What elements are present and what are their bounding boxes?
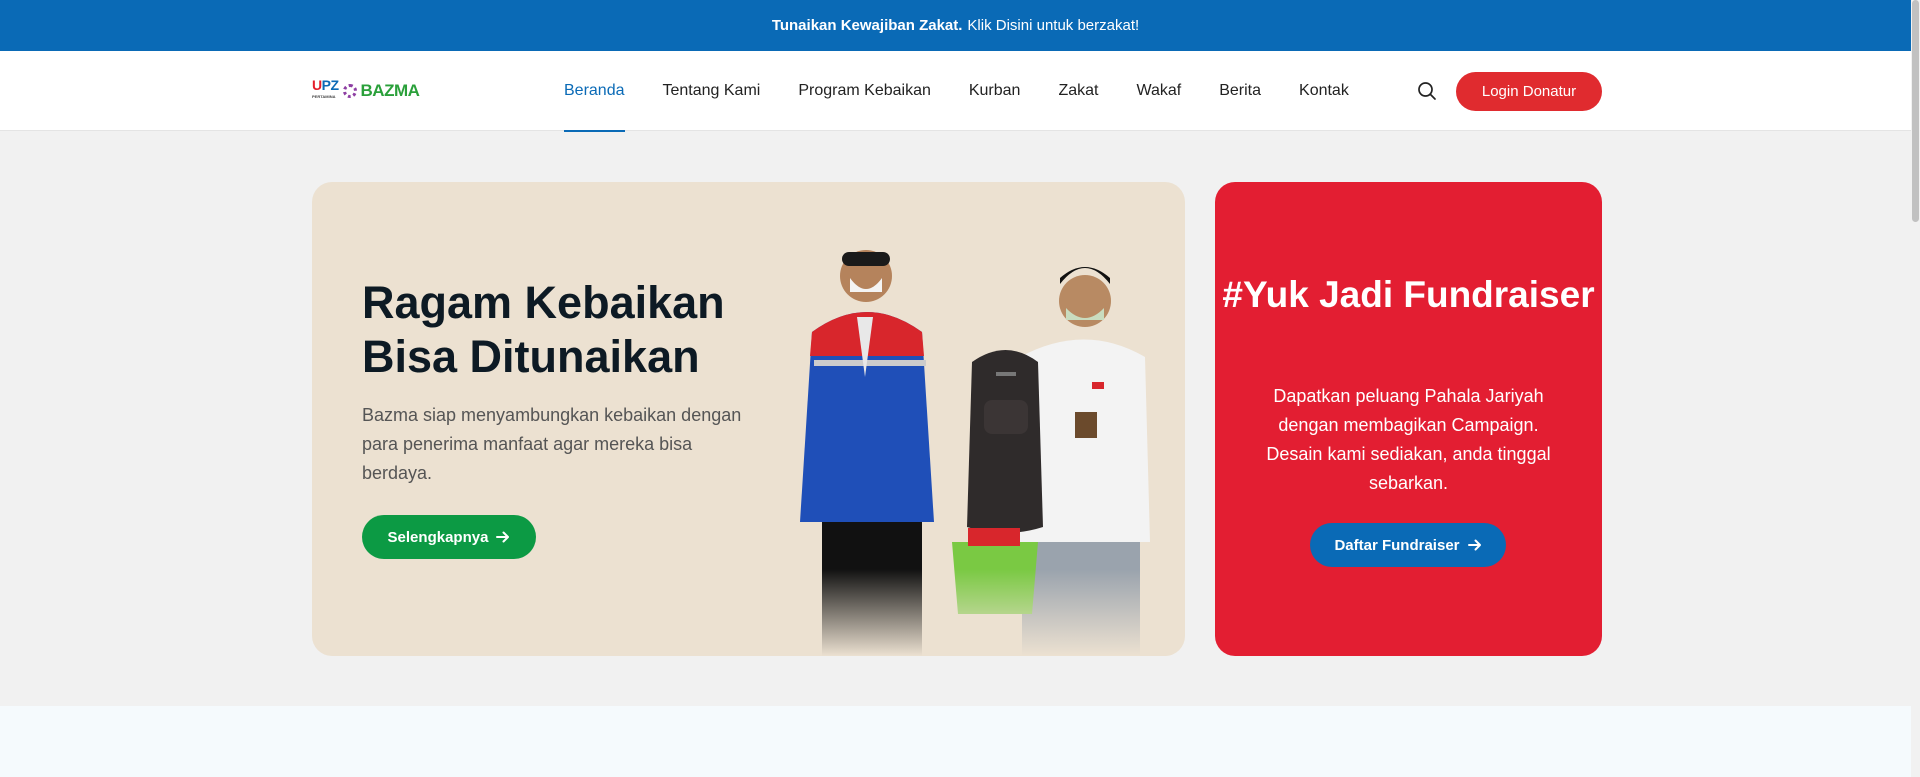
nav-tentang-kami[interactable]: Tentang Kami <box>663 51 761 131</box>
announcement-bar[interactable]: Tunaikan Kewajiban Zakat. Klik Disini un… <box>0 0 1911 51</box>
announcement-bold[interactable]: Tunaikan Kewajiban Zakat. <box>772 17 963 34</box>
nav-wakaf[interactable]: Wakaf <box>1136 51 1181 131</box>
login-donatur-button[interactable]: Login Donatur <box>1456 72 1602 111</box>
nav-kontak[interactable]: Kontak <box>1299 51 1349 131</box>
hero-card: Ragam Kebaikan Bisa Ditunaikan Bazma sia… <box>312 182 1185 656</box>
scrollbar-thumb[interactable] <box>1912 0 1919 222</box>
nav-zakat[interactable]: Zakat <box>1058 51 1098 131</box>
bazma-emblem-icon <box>342 84 357 98</box>
selengkapnya-label: Selengkapnya <box>387 528 489 546</box>
search-icon[interactable] <box>1417 81 1437 101</box>
main-nav: Beranda Tentang Kami Program Kebaikan Ku… <box>564 51 1387 132</box>
hero-photo <box>752 222 1172 656</box>
nav-kurban[interactable]: Kurban <box>969 51 1021 131</box>
announcement-text[interactable]: Klik Disini untuk berzakat! <box>967 17 1139 34</box>
nav-berita[interactable]: Berita <box>1219 51 1261 131</box>
main-navbar: UPZ PERTAMINA BAZMA Beranda Tentang Kami… <box>0 51 1911 132</box>
nav-beranda[interactable]: Beranda <box>564 51 625 132</box>
fundraiser-card: #Yuk Jadi Fundraiser Dapatkan peluang Pa… <box>1215 182 1602 656</box>
selengkapnya-button[interactable]: Selengkapnya <box>362 515 536 559</box>
arrow-right-icon <box>1467 539 1481 551</box>
next-section <box>0 706 1911 777</box>
hero-title: Ragam Kebaikan Bisa Ditunaikan <box>362 277 725 382</box>
upz-logo: UPZ PERTAMINA <box>312 77 339 99</box>
fundraiser-description: Dapatkan peluang Pahala Jariyah dengan m… <box>1266 386 1551 493</box>
daftar-fundraiser-label: Daftar Fundraiser <box>1334 536 1460 554</box>
fundraiser-title: #Yuk Jadi Fundraiser <box>1222 274 1595 315</box>
nav-program-kebaikan[interactable]: Program Kebaikan <box>798 51 931 131</box>
daftar-fundraiser-button[interactable]: Daftar Fundraiser <box>1310 523 1506 567</box>
hero-description: Bazma siap menyambungkan kebaikan dengan… <box>362 405 742 483</box>
arrow-right-icon <box>496 531 510 543</box>
bazma-logo-text: BAZMA <box>360 81 420 100</box>
logo[interactable]: UPZ PERTAMINA BAZMA <box>312 77 420 103</box>
